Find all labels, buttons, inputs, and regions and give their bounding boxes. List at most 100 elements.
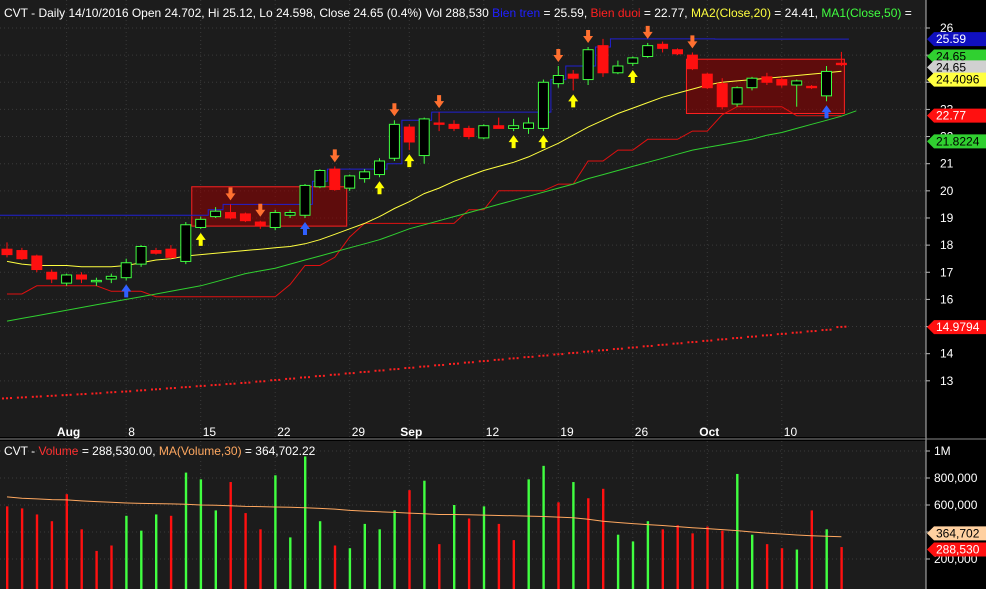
sar-dot-c-44 [665,343,668,346]
sar-dot-c-7 [114,391,117,394]
candle-body-51 [761,76,773,83]
sar-dot-40 [598,349,600,352]
sar-dot-4 [61,394,64,397]
candle-body-41 [612,65,624,74]
sar-dot-c-30 [457,362,459,365]
signal-box-0 [191,186,348,227]
volume-bar-40 [602,488,605,589]
candle-body-5 [76,274,87,280]
sar-dot-c-56 [844,325,847,328]
volume-bar-48 [721,530,724,589]
volume-header-part-2: = 288,530.00, [78,444,158,458]
sar-dot-51 [761,334,764,337]
volume-bar-6 [95,550,98,589]
vol-tick-label-800000: 800,000 [934,471,978,485]
candle-body-25 [374,160,385,176]
sar-dot-41 [612,348,615,351]
sar-dot-48 [717,338,720,341]
volume-bar-47 [706,526,709,589]
volume-bar-39 [587,498,590,589]
sar-dot-c-32 [486,359,489,362]
sar-dot-c-29 [442,363,445,366]
sar-dot-39 [583,350,586,353]
candle-body-24 [359,171,371,180]
volume-bar-12 [184,472,188,589]
sar-dot-b-29 [438,364,441,367]
sar-dot-32 [478,360,481,363]
volume-bar-51 [765,544,769,589]
sar-dot-b-16 [244,381,247,384]
volume-bar-3 [50,521,54,589]
volume-bar-24 [363,523,366,589]
stock-chart[interactable]: 1314151617181920212223242526Aug8152229Se… [0,0,986,589]
sar-dot-c-53 [799,331,802,334]
volume-bar-20 [304,456,307,589]
x-tick-label-12: 12 [486,425,500,439]
vol-tick-label-1000000: 1M [934,444,951,458]
sar-dot-c-41 [620,347,623,350]
price-header-part-0: CVT - Daily 14/10/2016 Open 24.702, Hi 2… [4,6,492,20]
sar-dot-b-47 [706,339,709,342]
sar-dot-c-5 [84,392,87,395]
sar-dot-c-13 [203,384,206,387]
sar-dot-b-14 [214,383,217,386]
volume-bar-15 [229,482,232,589]
candle-body-38 [567,73,579,79]
sar-dot-c-37 [561,353,564,356]
volume-bar-44 [661,529,664,589]
sar-dot-c-33 [501,358,504,361]
sar-dot-b-1 [20,396,23,399]
volume-bar-4 [65,494,68,589]
sar-dot-c-31 [471,361,474,364]
sar-dot-38 [568,352,571,355]
volume-bar-23 [348,548,352,589]
sar-dot-49 [732,337,735,340]
x-tick-label-26: 26 [635,425,649,439]
candle-body-44 [657,43,669,49]
sar-dot-b-55 [825,328,828,331]
sar-dot-c-26 [397,368,400,371]
volume-bar-34 [512,540,515,589]
candle-body-14 [210,210,222,218]
candle-body-16 [239,213,251,222]
sar-dot-c-40 [606,349,608,352]
price-header-part-1: Bien tren [492,6,540,20]
sar-dot-c-14 [218,383,221,386]
sar-dot-b-28 [423,365,426,368]
price-panel-header: CVT - Daily 14/10/2016 Open 24.702, Hi 2… [4,6,912,20]
sar-dot-b-3 [50,394,53,397]
sar-dot-b-50 [751,335,753,338]
price-tick-label-19: 19 [940,211,954,225]
volume-bar-56 [840,547,843,589]
sar-dot-c-11 [173,387,176,390]
candle-body-7 [105,275,117,280]
price-header-part-6: = 24.41, [771,6,821,20]
sar-dot-b-22 [333,373,336,376]
sar-dot-c-20 [308,376,310,379]
volume-bar-13 [199,479,203,589]
candle-body-13 [195,218,207,228]
sar-dot-25 [374,369,377,372]
sar-dot-c-45 [680,342,683,345]
volume-bar-53 [795,549,799,589]
sar-dot-12 [180,386,183,389]
sar-dot-b-48 [721,338,724,341]
sar-dot-28 [419,365,422,368]
sar-dot-36 [538,354,541,357]
sar-dot-c-16 [248,381,251,384]
sar-dot-b-44 [661,343,664,346]
candle-body-36 [537,81,549,129]
sar-dot-b-52 [780,332,783,335]
candle-body-56 [835,62,847,66]
price-header-part-7: MA1(Close,50) [821,6,901,20]
volume-header-part-4: = 364,702.22 [242,444,316,458]
volume-bar-32 [482,506,486,589]
sar-dot-24 [359,371,362,374]
volume-bar-26 [393,510,396,589]
sar-dot-c-52 [784,332,787,335]
sar-dot-b-15 [229,382,232,385]
volume-bar-2 [35,514,39,589]
sar-dot-c-27 [412,366,415,369]
sar-dot-c-19 [293,377,296,380]
sar-dot-c-0 [10,397,12,400]
